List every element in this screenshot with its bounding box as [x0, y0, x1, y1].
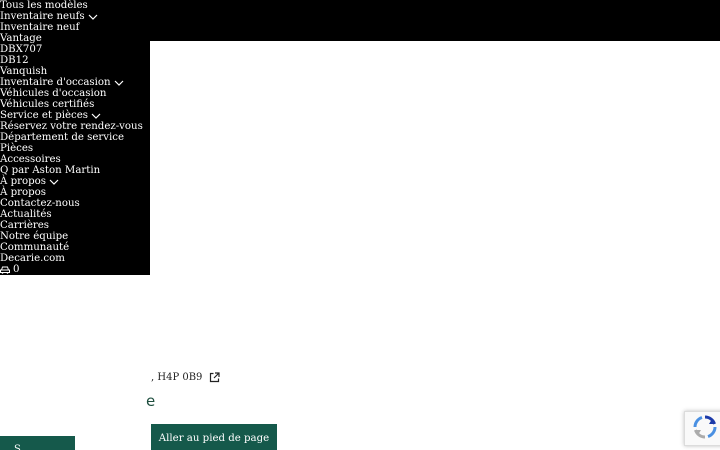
page: Tous les modèles Inventaire neufs Inventai…	[0, 0, 720, 450]
chevron-down-icon[interactable]	[49, 178, 59, 186]
menu-item-label: DB12	[0, 55, 29, 66]
menu-item-label: Q par Aston Martin	[0, 165, 101, 176]
skip-to-footer-button[interactable]: Aller au pied de page	[151, 424, 277, 450]
menu-item-label: Service et pièces	[0, 110, 88, 121]
garage-link[interactable]: 0	[0, 264, 143, 275]
menu-item-label: À propos	[0, 176, 47, 187]
menu-item-label: Vantage	[0, 33, 42, 44]
menu-item[interactable]: Pièces	[0, 143, 143, 154]
menu-item[interactable]: Vantage	[0, 33, 143, 44]
menu-item-label: Réservez votre rendez-vous	[0, 121, 143, 132]
menu-item[interactable]: Actualités	[0, 209, 143, 220]
partial-heading: e	[146, 392, 156, 410]
menu-item[interactable]: Service et pièces	[0, 110, 143, 121]
menu-item-label: Inventaire neuf	[0, 22, 80, 33]
menu-item[interactable]: Inventaire neuf	[0, 22, 143, 33]
menu-item-label: Accessoires	[0, 154, 61, 165]
menu-item[interactable]: Q par Aston Martin	[0, 165, 143, 176]
menu-item[interactable]: À propos	[0, 187, 143, 198]
menu-item[interactable]: Carrières	[0, 220, 143, 231]
menu-item-label: Contactez-nous	[0, 198, 80, 209]
menu-item[interactable]: Vanquish	[0, 66, 143, 77]
menu-item-label: Véhicules certifiés	[0, 99, 95, 110]
external-link-icon[interactable]	[209, 372, 221, 383]
nav-menu-panel: Tous les modèles Inventaire neufs Inventai…	[0, 0, 150, 275]
dealer-address[interactable]: , H4P 0B9	[151, 372, 221, 383]
skip-link-left[interactable]: S	[0, 436, 75, 450]
menu-item-label: Tous les modèles	[0, 0, 88, 11]
menu-item[interactable]: Réservez votre rendez-vous	[0, 121, 143, 132]
chevron-down-icon[interactable]	[91, 112, 101, 120]
menu-item-label: Actualités	[0, 209, 52, 220]
menu-item-label: Carrières	[0, 220, 50, 231]
nav-menu-list: Tous les modèles Inventaire neufs Inventai…	[0, 0, 143, 275]
menu-item-label: Département de service	[0, 132, 125, 143]
chevron-down-icon[interactable]	[114, 79, 124, 87]
car-icon	[0, 265, 10, 274]
menu-item-label: Decarie.com	[0, 253, 65, 264]
menu-item-label: À propos	[0, 187, 47, 198]
menu-item[interactable]: Département de service	[0, 132, 143, 143]
recaptcha-badge[interactable]	[684, 411, 720, 446]
menu-item-label: Vanquish	[0, 66, 48, 77]
menu-item[interactable]: À propos	[0, 176, 143, 187]
menu-item-label: DBX707	[0, 44, 43, 55]
menu-item-label: Pièces	[0, 143, 34, 154]
menu-item[interactable]: Véhicules certifiés	[0, 99, 143, 110]
menu-item[interactable]: DB12	[0, 55, 143, 66]
recaptcha-icon	[692, 414, 718, 443]
menu-item-label: Véhicules d'occasion	[0, 88, 107, 99]
address-text[interactable]: , H4P 0B9	[151, 372, 202, 383]
menu-item-label: Communauté	[0, 242, 70, 253]
garage-count: 0	[13, 264, 20, 275]
menu-item-label: Notre équipe	[0, 231, 69, 242]
menu-item[interactable]: Decarie.com	[0, 253, 143, 264]
menu-item-label: Inventaire neufs	[0, 11, 85, 22]
menu-item[interactable]: Véhicules d'occasion	[0, 88, 143, 99]
menu-item[interactable]: Communauté	[0, 242, 143, 253]
menu-item[interactable]: Tous les modèles	[0, 0, 143, 11]
menu-item[interactable]: Notre équipe	[0, 231, 143, 242]
menu-item[interactable]: Accessoires	[0, 154, 143, 165]
menu-item[interactable]: Inventaire d'occasion	[0, 77, 143, 88]
menu-item[interactable]: Contactez-nous	[0, 198, 143, 209]
menu-item-label: Inventaire d'occasion	[0, 77, 111, 88]
menu-item[interactable]: Inventaire neufs	[0, 11, 143, 22]
chevron-down-icon[interactable]	[88, 13, 98, 21]
menu-item[interactable]: DBX707	[0, 44, 143, 55]
